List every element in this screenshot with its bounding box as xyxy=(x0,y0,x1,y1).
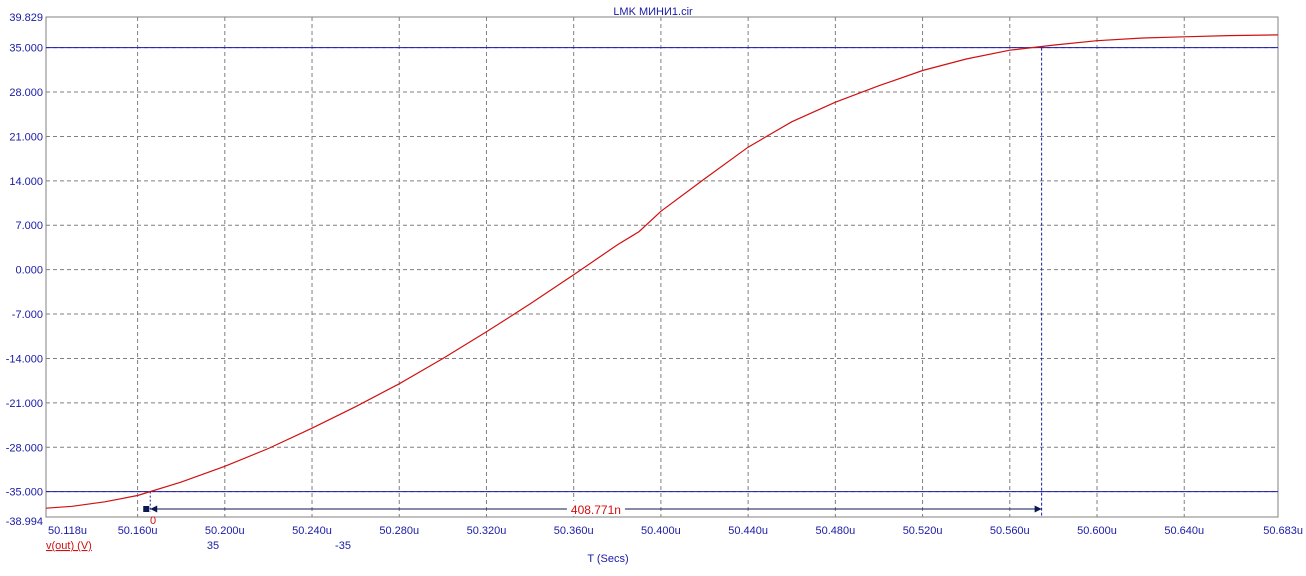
x-tick-label: 50.520u xyxy=(903,525,943,537)
x-axis-label: T (Secs) xyxy=(587,553,628,565)
x-tick-label-min: 50.118u xyxy=(48,525,87,537)
y-tick-label-max: 39.829 xyxy=(9,12,43,24)
cursor-index-label: 0 xyxy=(150,515,156,527)
cursor-left-readout: 35 xyxy=(207,540,219,552)
left-cursor-handle xyxy=(143,506,150,512)
tick-labels: 50.160u 50.200u 50.240u 50.280u 50.320u 50.36… xyxy=(6,12,1303,537)
x-tick-label: 50.360u xyxy=(554,525,594,537)
y-tick-label: 35.000 xyxy=(9,43,43,55)
x-tick-label-max: 50.683u xyxy=(1263,525,1303,537)
x-tick-label: 50.480u xyxy=(815,525,855,537)
y-tick-label: -14.000 xyxy=(6,353,43,365)
y-tick-label: 0.000 xyxy=(15,265,43,277)
x-tick-label: 50.560u xyxy=(990,525,1030,537)
cursor-right-readout: -35 xyxy=(335,540,351,552)
y-tick-label: -21.000 xyxy=(6,398,43,410)
x-tick-label: 50.200u xyxy=(205,525,245,537)
x-tick-label: 50.280u xyxy=(379,525,419,537)
x-tick-label: 50.240u xyxy=(292,525,332,537)
x-tick-label: 50.320u xyxy=(467,525,507,537)
y-tick-label-min: -38.994 xyxy=(6,516,43,528)
x-tick-label: 50.640u xyxy=(1164,525,1204,537)
y-tick-label: 21.000 xyxy=(9,131,43,143)
x-tick-label: 50.600u xyxy=(1077,525,1117,537)
y-tick-label: -7.000 xyxy=(12,309,43,321)
measurement-label: 408.771n xyxy=(571,503,621,517)
y-tick-label: 14.000 xyxy=(9,176,43,188)
x-tick-label: 50.440u xyxy=(728,525,768,537)
chart-title: LMK МИНИ1.cir xyxy=(613,6,693,18)
measurement-arrow-right xyxy=(1034,505,1042,513)
trace-layer xyxy=(45,34,1279,509)
measurement-arrow-left xyxy=(150,505,158,513)
y-tick-label: -28.000 xyxy=(6,442,43,454)
series-legend-label[interactable]: v(out) (V) xyxy=(46,540,92,552)
chart-area[interactable]: 408.771n 50.160u 50.200u 50.240u 50.280u 50.… xyxy=(0,0,1306,576)
series-line xyxy=(45,34,1279,509)
x-tick-label: 50.400u xyxy=(641,525,681,537)
cursor-layer[interactable]: 408.771n xyxy=(143,47,1043,517)
y-tick-label: 7.000 xyxy=(15,220,43,232)
y-tick-label: -35.000 xyxy=(6,487,43,499)
y-tick-label: 28.000 xyxy=(9,87,43,99)
grid-lines xyxy=(46,17,1278,517)
